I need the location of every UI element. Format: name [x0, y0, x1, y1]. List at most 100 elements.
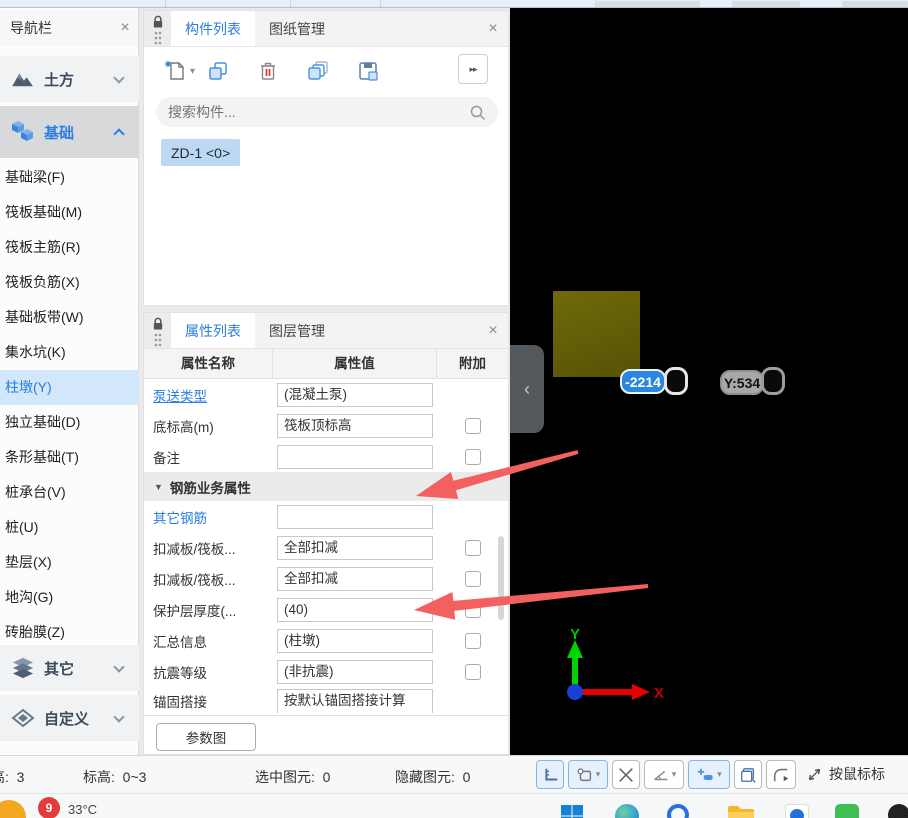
sidebar-item-sump-pit[interactable]: 集水坑(K): [0, 335, 139, 370]
sidebar-group-foundation[interactable]: 基础: [0, 106, 139, 158]
property-scrollbar-thumb[interactable]: [498, 536, 504, 620]
tab-layer-management[interactable]: 图层管理: [255, 313, 339, 348]
search-input[interactable]: [168, 104, 469, 120]
fillet-tool-button[interactable]: [766, 760, 796, 789]
panel-drag-handle[interactable]: [144, 313, 171, 348]
sidebar-item-foundation-slab-band[interactable]: 基础板带(W): [0, 300, 139, 335]
sidebar-item-raft-negative-rebar[interactable]: 筏板负筋(X): [0, 265, 139, 300]
sidebar-group-custom[interactable]: 自定义: [0, 695, 139, 741]
tab-drawing-management[interactable]: 图纸管理: [255, 11, 339, 46]
extra-checkbox[interactable]: [464, 663, 481, 680]
arc-icon: [773, 768, 789, 781]
sidebar-group-other[interactable]: 其它: [0, 645, 139, 691]
extra-checkbox[interactable]: [464, 601, 481, 618]
sidebar-item-raft-foundation[interactable]: 筏板基础(M): [0, 195, 139, 230]
sidebar-item-list: 基础梁(F) 筏板基础(M) 筏板主筋(R) 筏板负筋(X) 基础板带(W) 集…: [0, 160, 139, 650]
sidebar-group-earthwork[interactable]: 土方: [0, 56, 139, 102]
sidebar-item-cushion[interactable]: 垫层(X): [0, 545, 139, 580]
new-component-button[interactable]: [158, 54, 192, 88]
weather-icon[interactable]: [0, 800, 26, 818]
snap-mode-button[interactable]: ▾: [568, 760, 608, 789]
dropdown-caret-icon[interactable]: ▾: [190, 66, 195, 77]
hidden-elements-label: 隐藏图元: 0: [395, 769, 471, 785]
property-value-input[interactable]: (混凝土泵): [277, 382, 433, 407]
cross-snap-button[interactable]: [612, 760, 640, 789]
component-list-item-zd1[interactable]: ZD-1 <0>: [161, 139, 241, 166]
stacked-copy-icon: [308, 61, 328, 80]
property-value-input[interactable]: 全部扣减: [277, 535, 433, 560]
navigation-sidebar: 导航栏 × 土方 基础 基础梁(F) 筏板基础(M) 筏板主筋(R) 筏板负筋(…: [0, 8, 139, 755]
sidebar-item-raft-main-rebar[interactable]: 筏板主筋(R): [0, 230, 139, 265]
property-value-input[interactable]: [277, 504, 433, 529]
sidebar-item-trench[interactable]: 地沟(G): [0, 580, 139, 615]
coordinate-y-toggle[interactable]: [761, 367, 785, 395]
sidebar-item-pile-cap[interactable]: 桩承台(V): [0, 475, 139, 510]
selected-elements-label: 选中图元: 0: [255, 769, 331, 785]
tab-component-list[interactable]: 构件列表: [171, 11, 255, 46]
property-panel: 属性列表 图层管理 × 属性名称 属性值 附加 泵送类型 (混凝土泵) 底标高(…: [143, 312, 509, 755]
save-component-button[interactable]: [351, 54, 385, 88]
property-value-input[interactable]: 筏板顶标高: [277, 413, 433, 438]
table-row: 泵送类型 (混凝土泵): [144, 379, 508, 410]
panel-collapse-handle[interactable]: ‹: [510, 345, 544, 433]
property-value-input[interactable]: 全部扣减: [277, 566, 433, 591]
delete-component-button[interactable]: [251, 54, 285, 88]
sidebar-title: 导航栏: [10, 20, 52, 36]
folder-icon[interactable]: [727, 804, 755, 818]
elevation-label: 标高: 0~3: [83, 769, 147, 785]
edge-browser-icon[interactable]: [615, 804, 639, 818]
chevron-down-icon: [113, 71, 125, 84]
property-name-other-rebar[interactable]: 其它钢筋: [144, 507, 273, 527]
temperature-label[interactable]: 33°C: [68, 802, 97, 817]
property-name-pump-type[interactable]: 泵送类型: [144, 385, 273, 405]
parameter-diagram-button[interactable]: 参数图: [156, 723, 256, 751]
copy-component-button[interactable]: [201, 54, 235, 88]
panel-drag-handle[interactable]: [144, 11, 171, 46]
dynamic-input-button[interactable]: ▾: [688, 760, 730, 789]
app-blue-circle-icon[interactable]: [785, 804, 809, 818]
triangle-down-icon: ▼: [154, 481, 163, 492]
extra-checkbox[interactable]: [464, 570, 481, 587]
layer-copy-button[interactable]: [301, 54, 335, 88]
drawing-canvas[interactable]: ‹ -2214 Y:534 Y X: [510, 8, 908, 755]
column-header-name: 属性名称: [144, 349, 273, 378]
coordinate-x-toggle[interactable]: [664, 367, 688, 395]
cross-icon: [619, 767, 633, 782]
trash-icon: [261, 62, 276, 80]
section-rebar-business-properties[interactable]: ▼ 钢筋业务属性: [144, 472, 508, 501]
close-icon[interactable]: ×: [112, 19, 138, 37]
green-app-icon[interactable]: [835, 804, 859, 818]
extra-checkbox[interactable]: [464, 632, 481, 649]
extra-checkbox[interactable]: [464, 417, 481, 434]
sidebar-item-independent-foundation[interactable]: 独立基础(D): [0, 405, 139, 440]
sidebar-item-pile[interactable]: 桩(U): [0, 510, 139, 545]
divider: [144, 715, 508, 716]
tab-property-list[interactable]: 属性列表: [171, 313, 255, 348]
browser-ring-icon[interactable]: [667, 804, 689, 818]
expand-toolbar-button[interactable]: ▸▸: [458, 54, 488, 84]
angle-snap-button[interactable]: ▾: [644, 760, 684, 789]
extra-checkbox[interactable]: [464, 539, 481, 556]
property-value-input[interactable]: (40): [277, 597, 433, 622]
property-value-input[interactable]: 按默认锚固搭接计算: [277, 689, 433, 713]
element-display-button[interactable]: [734, 760, 762, 789]
ortho-mode-button[interactable]: [536, 760, 564, 789]
sidebar-item-foundation-beam[interactable]: 基础梁(F): [0, 160, 139, 195]
property-name-deduct-slab-2: 扣减板/筏板...: [153, 572, 236, 588]
close-icon[interactable]: ×: [478, 11, 508, 46]
dark-app-icon[interactable]: [888, 804, 908, 818]
column-pier-element[interactable]: [553, 291, 640, 377]
extra-checkbox[interactable]: [464, 448, 481, 465]
property-value-input[interactable]: (非抗震): [277, 659, 433, 684]
drag-dots-icon: [154, 31, 161, 45]
sidebar-item-column-pier[interactable]: 柱墩(Y): [0, 370, 139, 405]
windows-start-icon[interactable]: [560, 804, 584, 818]
coordinate-x-input[interactable]: -2214: [620, 369, 666, 394]
close-icon[interactable]: ×: [478, 313, 508, 348]
notification-badge[interactable]: 9: [38, 797, 60, 818]
coordinate-y-input[interactable]: Y:534: [720, 370, 764, 395]
lock-icon: [153, 15, 162, 28]
property-value-input[interactable]: (柱墩): [277, 628, 433, 653]
sidebar-item-strip-foundation[interactable]: 条形基础(T): [0, 440, 139, 475]
property-value-input[interactable]: [277, 444, 433, 469]
